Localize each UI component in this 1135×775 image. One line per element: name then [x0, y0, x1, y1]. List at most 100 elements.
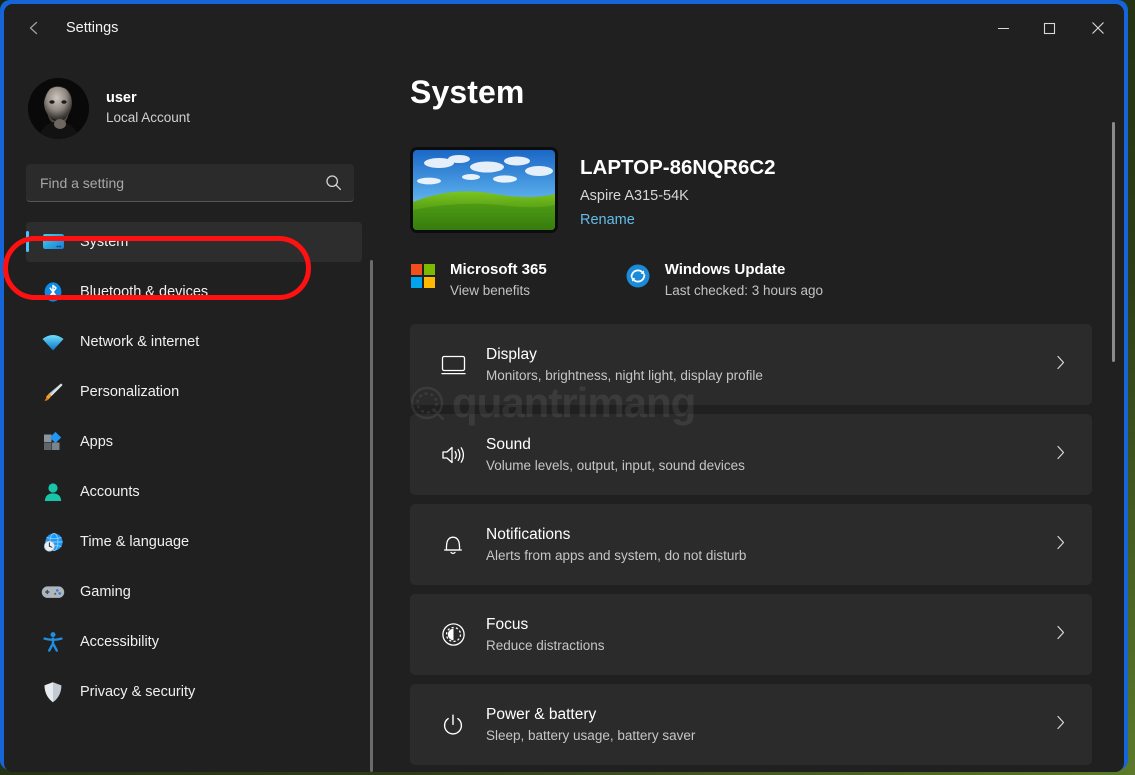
paintbrush-icon — [40, 381, 66, 403]
update-refresh-icon — [625, 259, 653, 294]
chevron-right-icon — [1053, 353, 1074, 377]
account-text: user Local Account — [106, 89, 190, 127]
microsoft-logo-icon — [410, 259, 438, 294]
sidebar-item-accessibility[interactable]: Accessibility — [26, 622, 362, 662]
settings-card-text: Notifications Alerts from apps and syste… — [486, 523, 746, 567]
shield-icon — [40, 681, 66, 703]
sidebar-item-gaming[interactable]: Gaming — [26, 572, 362, 612]
sidebar-item-windows-update[interactable]: Windows Update — [26, 722, 362, 732]
settings-card-subtitle: Volume levels, output, input, sound devi… — [486, 456, 745, 476]
device-model: Aspire A315-54K — [580, 186, 776, 207]
sidebar-item-label: System — [80, 234, 128, 250]
search-icon[interactable] — [325, 174, 342, 191]
maximize-button[interactable] — [1026, 4, 1072, 52]
speaker-icon — [436, 444, 470, 466]
minimize-button[interactable] — [980, 4, 1026, 52]
account-block[interactable]: user Local Account — [4, 56, 378, 148]
settings-card-display[interactable]: Display Monitors, brightness, night ligh… — [410, 324, 1092, 405]
wifi-icon — [40, 331, 66, 353]
chevron-right-icon — [1053, 713, 1074, 737]
rename-link[interactable]: Rename — [580, 210, 776, 231]
chevron-right-icon — [1053, 623, 1074, 647]
gamepad-icon — [40, 581, 66, 603]
sidebar-item-label: Personalization — [80, 384, 179, 400]
page-title: System — [410, 74, 1124, 111]
settings-card-subtitle: Sleep, battery usage, battery saver — [486, 726, 695, 746]
window-title: Settings — [66, 20, 118, 36]
bell-icon — [436, 533, 470, 557]
quick-link-subtitle: View benefits — [450, 281, 547, 301]
focus-icon — [436, 622, 470, 647]
sidebar-scrollbar[interactable] — [370, 260, 373, 772]
device-info: LAPTOP-86NQR6C2 Aspire A315-54K Rename — [580, 147, 776, 233]
quick-link-text: Microsoft 365 View benefits — [450, 259, 547, 300]
settings-card-title: Focus — [486, 613, 605, 636]
globe-clock-icon — [40, 531, 66, 553]
sidebar-nav-list: System Bluetooth & devices — [4, 222, 378, 732]
sidebar-item-network-internet[interactable]: Network & internet — [26, 322, 362, 362]
sidebar-item-personalization[interactable]: Personalization — [26, 372, 362, 412]
sidebar-item-label: Bluetooth & devices — [80, 284, 208, 300]
close-button[interactable] — [1072, 4, 1124, 52]
sidebar-item-label: Apps — [80, 434, 113, 450]
sidebar-item-accounts[interactable]: Accounts — [26, 472, 362, 512]
titlebar: Settings — [4, 4, 1124, 52]
settings-card-subtitle: Monitors, brightness, night light, displ… — [486, 366, 763, 386]
apps-icon — [40, 431, 66, 453]
settings-card-title: Notifications — [486, 523, 746, 546]
settings-card-subtitle: Alerts from apps and system, do not dist… — [486, 546, 746, 566]
sidebar-item-time-language[interactable]: Time & language — [26, 522, 362, 562]
settings-cards: Display Monitors, brightness, night ligh… — [410, 324, 1124, 765]
desktop-wallpaper-thumbnail — [410, 147, 558, 233]
monitor-icon — [40, 231, 66, 253]
quick-links-row: Microsoft 365 View benefits — [410, 259, 1124, 300]
main-scrollbar-thumb[interactable] — [1112, 122, 1115, 362]
display-monitor-icon — [436, 354, 470, 376]
quick-link-microsoft-365[interactable]: Microsoft 365 View benefits — [410, 259, 547, 300]
settings-card-text: Power & battery Sleep, battery usage, ba… — [486, 703, 695, 747]
settings-card-title: Sound — [486, 433, 745, 456]
search-input[interactable] — [40, 175, 325, 191]
avatar — [28, 78, 89, 139]
chevron-right-icon — [1053, 533, 1074, 557]
windows-update-icon — [40, 731, 66, 732]
chevron-right-icon — [1053, 443, 1074, 467]
settings-window: Settings — [4, 4, 1124, 772]
sidebar-item-label: Network & internet — [80, 334, 199, 350]
settings-card-title: Power & battery — [486, 703, 695, 726]
bluetooth-icon — [40, 281, 66, 303]
sidebar-item-label: Gaming — [80, 584, 131, 600]
settings-card-text: Display Monitors, brightness, night ligh… — [486, 343, 763, 387]
sidebar-item-label: Accessibility — [80, 634, 159, 650]
window-body: user Local Account — [4, 52, 1124, 772]
settings-card-text: Focus Reduce distractions — [486, 613, 605, 657]
device-name: LAPTOP-86NQR6C2 — [580, 153, 776, 183]
account-name: user — [106, 89, 190, 109]
settings-card-power-battery[interactable]: Power & battery Sleep, battery usage, ba… — [410, 684, 1092, 765]
search-wrap — [4, 148, 378, 202]
sidebar-item-label: Accounts — [80, 484, 140, 500]
main-content: System — [378, 52, 1124, 772]
accessibility-icon — [40, 631, 66, 653]
sidebar-item-system[interactable]: System — [26, 222, 362, 262]
settings-card-text: Sound Volume levels, output, input, soun… — [486, 433, 745, 477]
account-type: Local Account — [106, 109, 190, 127]
sidebar-item-privacy-security[interactable]: Privacy & security — [26, 672, 362, 712]
settings-card-focus[interactable]: Focus Reduce distractions — [410, 594, 1092, 675]
power-icon — [436, 713, 470, 737]
search-box[interactable] — [26, 164, 354, 202]
settings-card-subtitle: Reduce distractions — [486, 636, 605, 656]
quick-link-title: Windows Update — [665, 259, 823, 281]
sidebar-item-apps[interactable]: Apps — [26, 422, 362, 462]
settings-card-sound[interactable]: Sound Volume levels, output, input, soun… — [410, 414, 1092, 495]
window-controls — [980, 4, 1124, 52]
quick-link-title: Microsoft 365 — [450, 259, 547, 281]
back-arrow-icon[interactable] — [16, 10, 52, 46]
quick-link-text: Windows Update Last checked: 3 hours ago — [665, 259, 823, 300]
settings-card-title: Display — [486, 343, 763, 366]
sidebar-item-bluetooth-devices[interactable]: Bluetooth & devices — [26, 272, 362, 312]
quick-link-windows-update[interactable]: Windows Update Last checked: 3 hours ago — [625, 259, 823, 300]
settings-card-notifications[interactable]: Notifications Alerts from apps and syste… — [410, 504, 1092, 585]
sidebar: user Local Account — [4, 52, 378, 772]
sidebar-item-label: Time & language — [80, 534, 189, 550]
